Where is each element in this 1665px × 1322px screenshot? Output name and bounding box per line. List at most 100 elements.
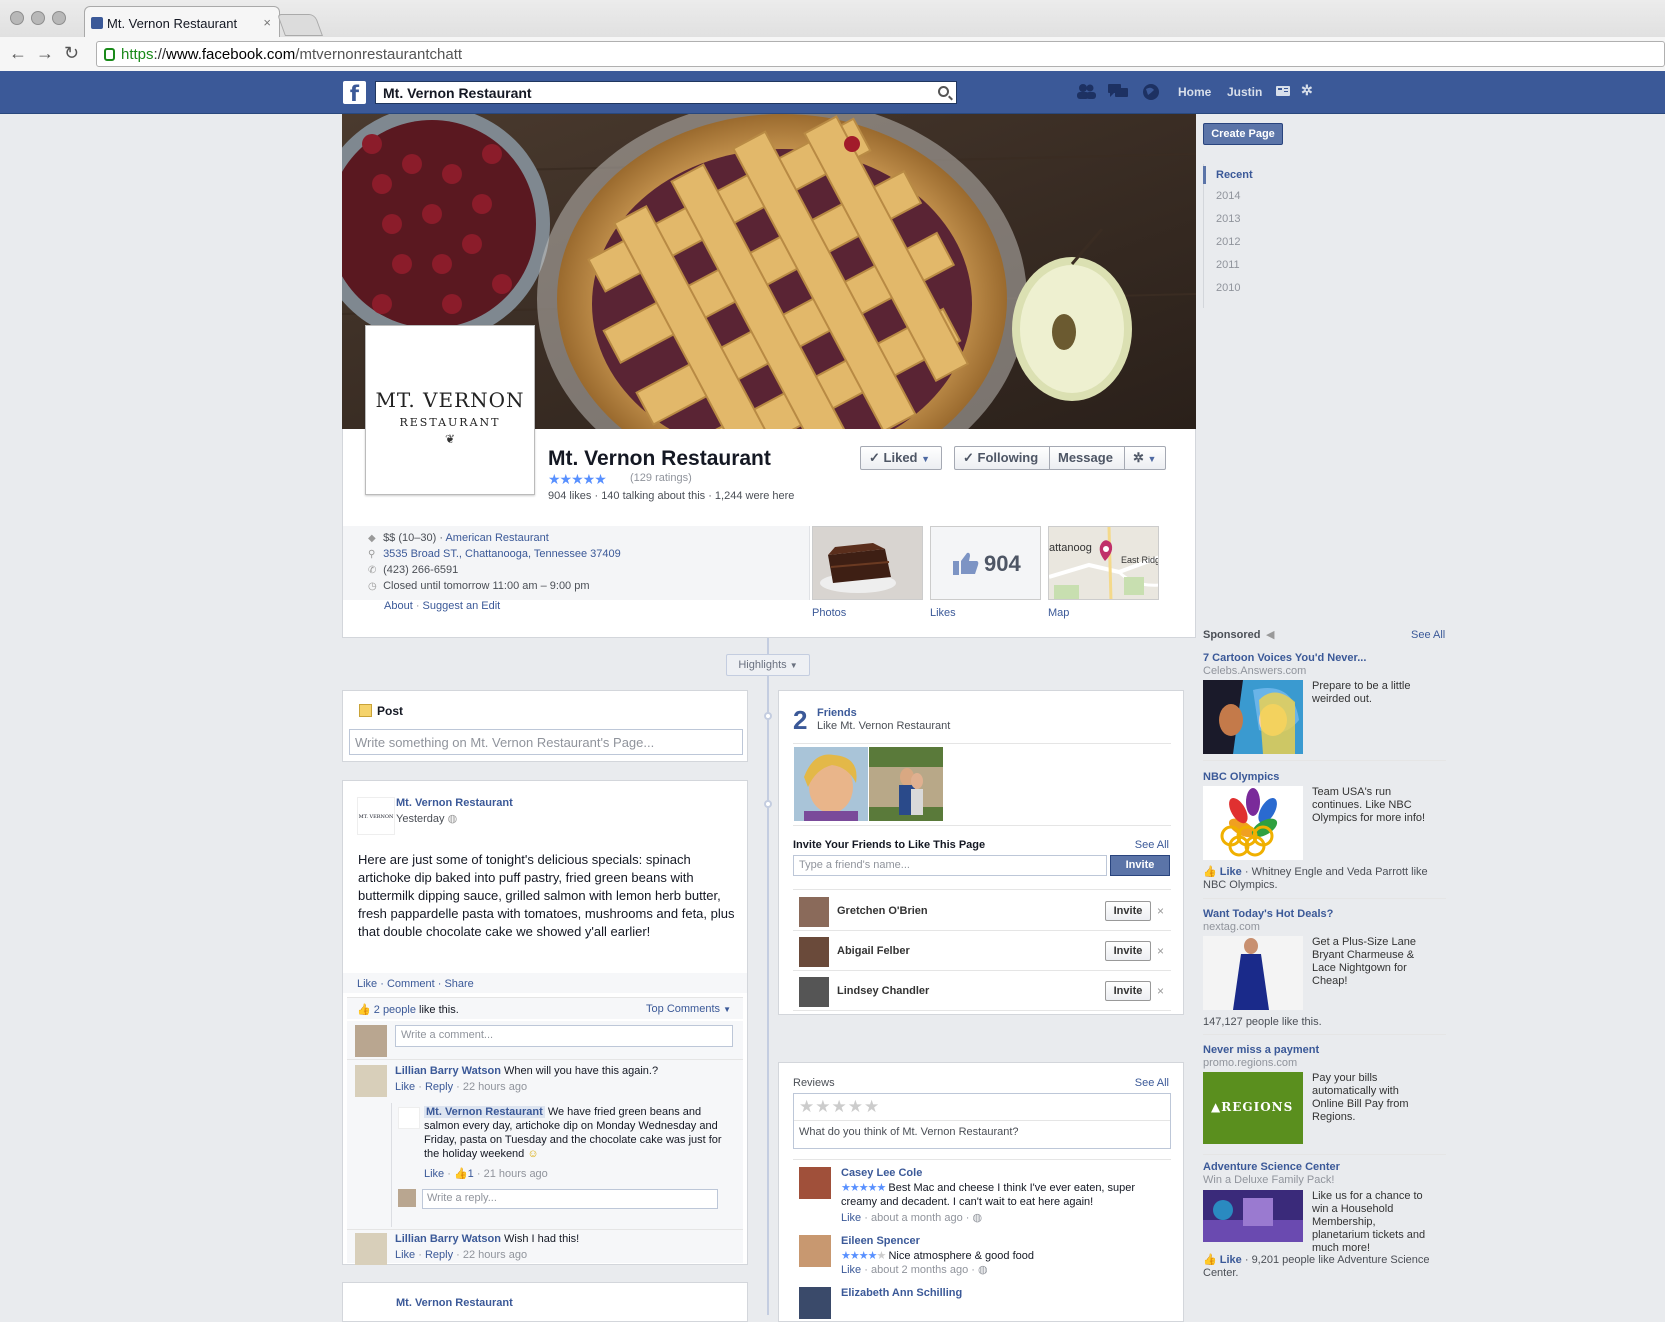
suggest-edit-link[interactable]: Suggest an Edit	[423, 600, 501, 612]
ad-title-link[interactable]: NBC Olympics	[1203, 771, 1279, 783]
highlights-dropdown[interactable]: Highlights ▼	[726, 654, 810, 676]
invite-see-all-link[interactable]: See All	[1135, 839, 1169, 851]
friend-name[interactable]: Abigail Felber	[837, 945, 910, 957]
composer-input[interactable]: Write something on Mt. Vernon Restaurant…	[349, 729, 743, 755]
address-bar[interactable]: https://www.facebook.com/mtvernonrestaur…	[96, 41, 1665, 67]
invite-friend-button[interactable]: Invite	[1105, 941, 1151, 961]
reply-input[interactable]: Write a reply...	[422, 1189, 718, 1209]
messages-icon[interactable]	[1108, 83, 1128, 101]
commenter-avatar[interactable]	[355, 1233, 387, 1265]
like-action[interactable]: Like	[357, 978, 377, 990]
user-profile-link[interactable]: Justin	[1227, 85, 1262, 99]
ad-title-link[interactable]: 7 Cartoon Voices You'd Never...	[1203, 652, 1366, 664]
year-nav-2012[interactable]: 2012	[1216, 236, 1240, 248]
year-nav-recent[interactable]: Recent	[1203, 166, 1253, 184]
dismiss-icon[interactable]: ×	[1157, 944, 1164, 958]
facebook-logo-icon[interactable]: f	[343, 81, 366, 106]
ad-image[interactable]	[1203, 786, 1303, 860]
page-options-button[interactable]: ✲ ▼	[1124, 446, 1166, 470]
message-button[interactable]: Message	[1049, 446, 1125, 470]
post-time[interactable]: Yesterday ◍	[396, 812, 457, 825]
post-author-link[interactable]: Mt. Vernon Restaurant	[396, 797, 513, 809]
ratings-count[interactable]: (129 ratings)	[630, 472, 692, 484]
reviewer-name-link[interactable]: Casey Lee Cole	[841, 1167, 922, 1179]
dismiss-icon[interactable]: ×	[1157, 984, 1164, 998]
post-tab[interactable]: Post	[377, 704, 403, 718]
ad-image[interactable]	[1203, 1190, 1303, 1242]
comment-like-link[interactable]: Like	[395, 1081, 415, 1093]
invite-friend-button[interactable]: Invite	[1105, 901, 1151, 921]
reviewer-name-link[interactable]: Elizabeth Ann Schilling	[841, 1287, 962, 1299]
search-input[interactable]: Mt. Vernon Restaurant	[375, 81, 957, 104]
new-tab-button[interactable]	[276, 14, 324, 36]
ads-see-all-link[interactable]: See All	[1411, 629, 1445, 641]
friend-name-input[interactable]: Type a friend's name...	[793, 855, 1107, 876]
search-icon[interactable]	[938, 86, 949, 97]
likes-link[interactable]: Likes	[930, 607, 956, 619]
review-like-link[interactable]: Like	[841, 1212, 861, 1224]
reply-like-link[interactable]: Like	[424, 1168, 444, 1180]
comment-like-link[interactable]: Like	[395, 1249, 415, 1261]
liked-button[interactable]: ✓ Liked ▼	[860, 446, 942, 470]
friend-name[interactable]: Lindsey Chandler	[837, 985, 929, 997]
zoom-window-button[interactable]	[52, 11, 66, 25]
map-thumbnail[interactable]: attanoog East Ridg	[1048, 526, 1159, 600]
close-tab-icon[interactable]: ×	[263, 15, 271, 30]
close-window-button[interactable]	[10, 11, 24, 25]
reviewer-avatar[interactable]	[799, 1287, 831, 1319]
reviews-see-all-link[interactable]: See All	[1135, 1077, 1169, 1089]
review-like-link[interactable]: Like	[841, 1264, 861, 1276]
author-avatar[interactable]: MT. VERNON	[357, 797, 395, 835]
map-link[interactable]: Map	[1048, 607, 1069, 619]
ad-like-link[interactable]: Like	[1220, 866, 1242, 878]
invite-submit-button[interactable]: Invite	[1110, 855, 1170, 876]
reviewer-name-link[interactable]: Eileen Spencer	[841, 1235, 920, 1247]
commenter-name-link[interactable]: Lillian Barry Watson	[395, 1233, 501, 1245]
photos-thumbnail[interactable]	[812, 526, 923, 600]
minimize-window-button[interactable]	[31, 11, 45, 25]
ad-title-link[interactable]: Never miss a payment	[1203, 1044, 1319, 1056]
friend-photo[interactable]	[794, 747, 868, 821]
reviewer-avatar[interactable]	[799, 1235, 831, 1267]
year-nav-2011[interactable]: 2011	[1216, 259, 1240, 271]
comment-action[interactable]: Comment	[387, 978, 435, 990]
empty-rating-stars[interactable]: ★★★★★	[799, 1097, 880, 1117]
create-page-button[interactable]: Create Page	[1203, 123, 1283, 145]
back-arrow-icon[interactable]: ←	[9, 43, 27, 64]
reply-author-avatar[interactable]	[398, 1107, 420, 1129]
commenter-avatar[interactable]	[355, 1065, 387, 1097]
comment-reply-link[interactable]: Reply	[425, 1249, 453, 1261]
profile-picture[interactable]: MT. VERNON RESTAURANT ❦	[365, 325, 535, 495]
following-button[interactable]: ✓ Following	[954, 446, 1050, 470]
reviewer-avatar[interactable]	[799, 1167, 831, 1199]
ad-image[interactable]: ▲REGIONS	[1203, 1072, 1303, 1144]
reply-author-link[interactable]: Mt. Vernon Restaurant	[424, 1106, 545, 1118]
category-link[interactable]: American Restaurant	[445, 532, 548, 544]
year-nav-2010[interactable]: 2010	[1216, 282, 1240, 294]
ad-title-link[interactable]: Want Today's Hot Deals?	[1203, 908, 1333, 920]
friend-avatar[interactable]	[799, 977, 829, 1007]
reply-like-count[interactable]: 1	[468, 1168, 474, 1180]
year-nav-2013[interactable]: 2013	[1216, 213, 1240, 225]
ad-image[interactable]	[1203, 680, 1303, 754]
friends-link[interactable]: Friends	[817, 707, 857, 719]
friend-avatar[interactable]	[799, 897, 829, 927]
ad-like-link[interactable]: Like	[1220, 1254, 1242, 1266]
top-comments-dropdown[interactable]: Top Comments ▼	[646, 1003, 731, 1015]
address-link[interactable]: 3535 Broad ST., Chattanooga, Tennessee 3…	[383, 548, 621, 560]
ad-title-link[interactable]: Adventure Science Center	[1203, 1161, 1340, 1173]
invite-friend-button[interactable]: Invite	[1105, 981, 1151, 1001]
share-action[interactable]: Share	[444, 978, 473, 990]
notifications-globe-icon[interactable]	[1141, 83, 1161, 101]
likes-thumbnail[interactable]: 904	[930, 526, 1041, 600]
page-title[interactable]: Mt. Vernon Restaurant	[548, 447, 771, 471]
home-link[interactable]: Home	[1178, 85, 1211, 99]
friend-photo[interactable]	[869, 747, 943, 821]
comment-reply-link[interactable]: Reply	[425, 1081, 453, 1093]
friend-name[interactable]: Gretchen O'Brien	[837, 905, 928, 917]
forward-arrow-icon[interactable]: →	[36, 43, 54, 64]
about-link[interactable]: About	[384, 600, 413, 612]
ad-image[interactable]	[1203, 936, 1303, 1010]
comment-input[interactable]: Write a comment...	[395, 1025, 733, 1047]
people-like-link[interactable]: 2 people	[374, 1004, 416, 1016]
